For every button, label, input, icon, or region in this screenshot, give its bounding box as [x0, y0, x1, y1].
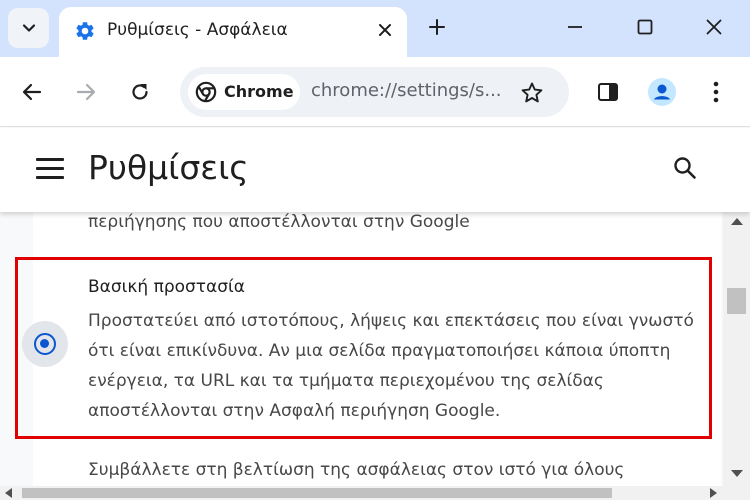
vertical-scrollbar[interactable]: [723, 212, 750, 486]
menu-button[interactable]: [699, 75, 733, 109]
tab-search-button[interactable]: [8, 8, 49, 48]
close-icon: [706, 19, 722, 35]
highlight-box: [15, 257, 712, 439]
maximize-button[interactable]: [625, 10, 665, 44]
search-settings-button[interactable]: [672, 155, 700, 183]
side-panel-icon: [598, 83, 618, 101]
settings-header: Ρυθμίσεις: [0, 128, 750, 212]
hamburger-line: [36, 158, 64, 161]
horizontal-scrollbar[interactable]: [0, 486, 750, 500]
close-window-button[interactable]: [694, 10, 734, 44]
chevron-down-icon: [22, 24, 35, 32]
side-panel-button[interactable]: [591, 75, 625, 109]
star-icon: [521, 82, 543, 103]
tab-settings-security[interactable]: Ρυθμίσεις - Ασφάλεια: [59, 7, 407, 57]
minimize-button[interactable]: [555, 10, 595, 44]
scroll-down-arrow-icon[interactable]: [731, 470, 743, 477]
scroll-right-arrow-icon[interactable]: [710, 488, 717, 498]
maximize-icon: [637, 19, 653, 35]
site-info-chip[interactable]: Chrome: [188, 74, 300, 110]
vertical-scrollbar-thumb[interactable]: [727, 288, 746, 314]
new-tab-button[interactable]: [422, 12, 452, 42]
avatar-icon: [648, 78, 676, 106]
plus-icon: [429, 19, 445, 35]
browser-toolbar: Chrome chrome://settings/s...: [0, 57, 750, 127]
minimize-icon: [568, 26, 582, 28]
next-option-text[interactable]: Συμβάλλετε στη βελτίωση της ασφάλειας στ…: [88, 460, 624, 480]
profile-button[interactable]: [645, 75, 679, 109]
tab-close-button[interactable]: [372, 17, 398, 43]
bookmark-button[interactable]: [518, 79, 546, 107]
page-title: Ρυθμίσεις: [88, 148, 249, 187]
horizontal-scrollbar-thumb[interactable]: [22, 488, 612, 498]
arrow-right-icon: [76, 83, 96, 101]
tab-strip: Ρυθμίσεις - Ασφάλεια: [0, 0, 750, 57]
settings-content: περιήγησης που αποστέλλονται στην Google…: [0, 212, 723, 486]
scroll-up-arrow-icon[interactable]: [731, 218, 743, 225]
back-button[interactable]: [15, 75, 49, 109]
previous-option-text: περιήγησης που αποστέλλονται στην Google: [88, 212, 470, 232]
address-bar[interactable]: Chrome chrome://settings/s...: [180, 67, 569, 117]
search-icon: [674, 157, 696, 179]
chrome-logo-icon: [195, 81, 217, 103]
forward-button[interactable]: [69, 75, 103, 109]
close-icon: [379, 24, 391, 36]
hamburger-line: [36, 176, 64, 179]
hamburger-line: [36, 167, 64, 170]
reload-button[interactable]: [123, 75, 157, 109]
gear-icon: [76, 22, 94, 40]
tab-title: Ρυθμίσεις - Ασφάλεια: [107, 20, 288, 40]
scroll-left-arrow-icon[interactable]: [5, 488, 12, 498]
url-text[interactable]: chrome://settings/s...: [311, 80, 511, 101]
more-vertical-icon: [713, 81, 719, 103]
main-menu-button[interactable]: [36, 158, 64, 182]
arrow-left-icon: [22, 83, 42, 101]
chip-label: Chrome: [224, 82, 294, 101]
reload-icon: [132, 84, 148, 100]
